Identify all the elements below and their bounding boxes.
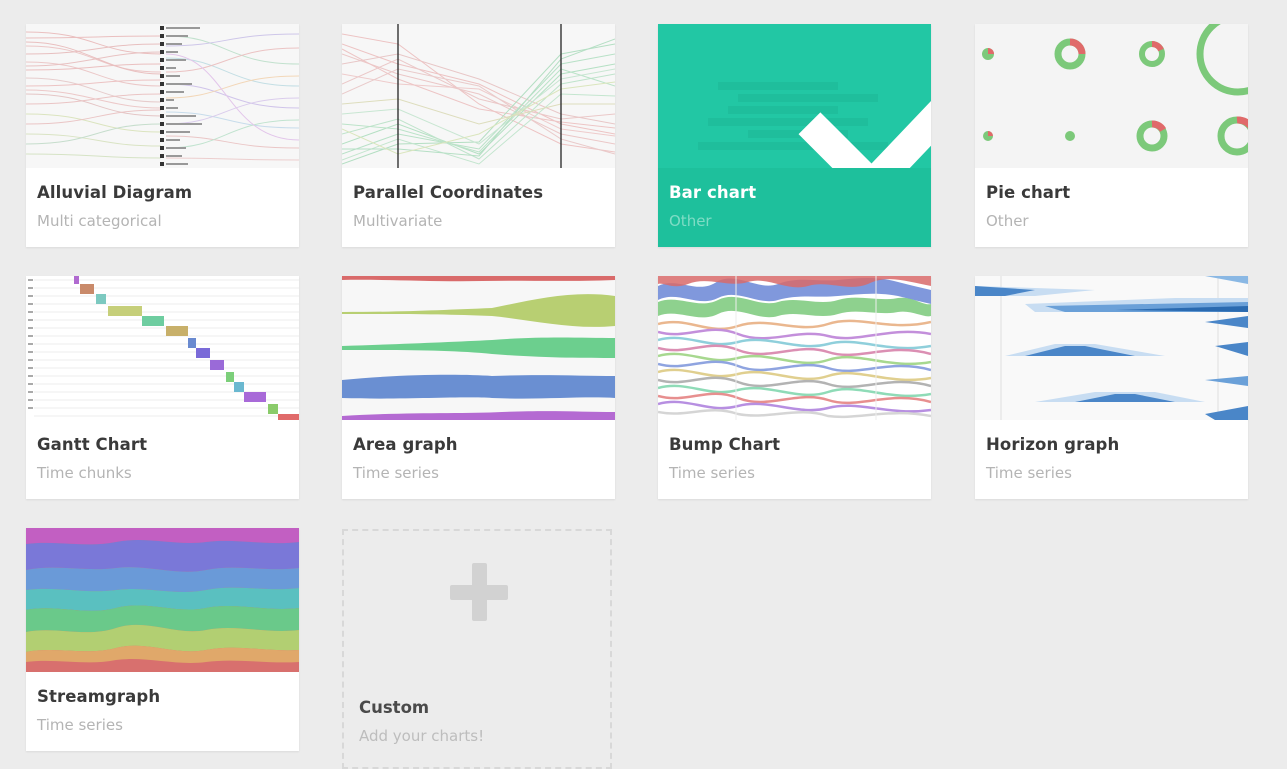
- chart-card-pie-chart[interactable]: Pie chart Other: [975, 24, 1248, 247]
- streamgraph-thumbnail: [26, 528, 299, 672]
- chart-category: Time series: [986, 464, 1072, 482]
- checkmark-icon: [798, 101, 931, 168]
- chart-card-area-graph[interactable]: Area graph Time series: [342, 276, 615, 499]
- chart-category: Time series: [353, 464, 439, 482]
- chart-title: Bar chart: [669, 183, 757, 202]
- chart-title: Parallel Coordinates: [353, 183, 544, 202]
- plus-icon: [450, 563, 510, 623]
- parallel-coordinates-thumbnail: [342, 24, 615, 168]
- chart-card-alluvial-diagram[interactable]: Alluvial Diagram Multi categorical: [26, 24, 299, 247]
- chart-category: Time series: [37, 716, 123, 734]
- chart-category: Time series: [669, 464, 755, 482]
- chart-title: Horizon graph: [986, 435, 1120, 454]
- chart-title: Gantt Chart: [37, 435, 148, 454]
- pie-chart-thumbnail: [975, 24, 1248, 168]
- chart-card-gantt-chart[interactable]: Gantt Chart Time chunks: [26, 276, 299, 499]
- area-graph-thumbnail: [342, 276, 615, 420]
- gantt-chart-thumbnail: [26, 276, 299, 420]
- chart-title: Streamgraph: [37, 687, 161, 706]
- chart-card-bar-chart[interactable]: Bar chart Other: [658, 24, 931, 247]
- chart-title: Alluvial Diagram: [37, 183, 193, 202]
- chart-category: Multivariate: [353, 212, 443, 230]
- chart-type-grid: Alluvial Diagram Multi categorical Paral…: [0, 0, 1287, 769]
- chart-category: Other: [986, 212, 1029, 230]
- custom-subtitle: Add your charts!: [359, 727, 485, 745]
- custom-chart-card[interactable]: Custom Add your charts!: [342, 529, 612, 769]
- custom-title: Custom: [359, 698, 430, 717]
- bar-chart-thumbnail: [658, 24, 931, 168]
- chart-card-streamgraph[interactable]: Streamgraph Time series: [26, 528, 299, 751]
- chart-card-bump-chart[interactable]: Bump Chart Time series: [658, 276, 931, 499]
- horizon-graph-thumbnail: [975, 276, 1248, 420]
- chart-category: Multi categorical: [37, 212, 162, 230]
- chart-category: Other: [669, 212, 712, 230]
- alluvial-diagram-thumbnail: [26, 24, 299, 168]
- bump-chart-thumbnail: [658, 276, 931, 420]
- chart-title: Area graph: [353, 435, 458, 454]
- chart-title: Bump Chart: [669, 435, 781, 454]
- chart-card-horizon-graph[interactable]: Horizon graph Time series: [975, 276, 1248, 499]
- chart-category: Time chunks: [37, 464, 132, 482]
- chart-title: Pie chart: [986, 183, 1071, 202]
- chart-card-parallel-coordinates[interactable]: Parallel Coordinates Multivariate: [342, 24, 615, 247]
